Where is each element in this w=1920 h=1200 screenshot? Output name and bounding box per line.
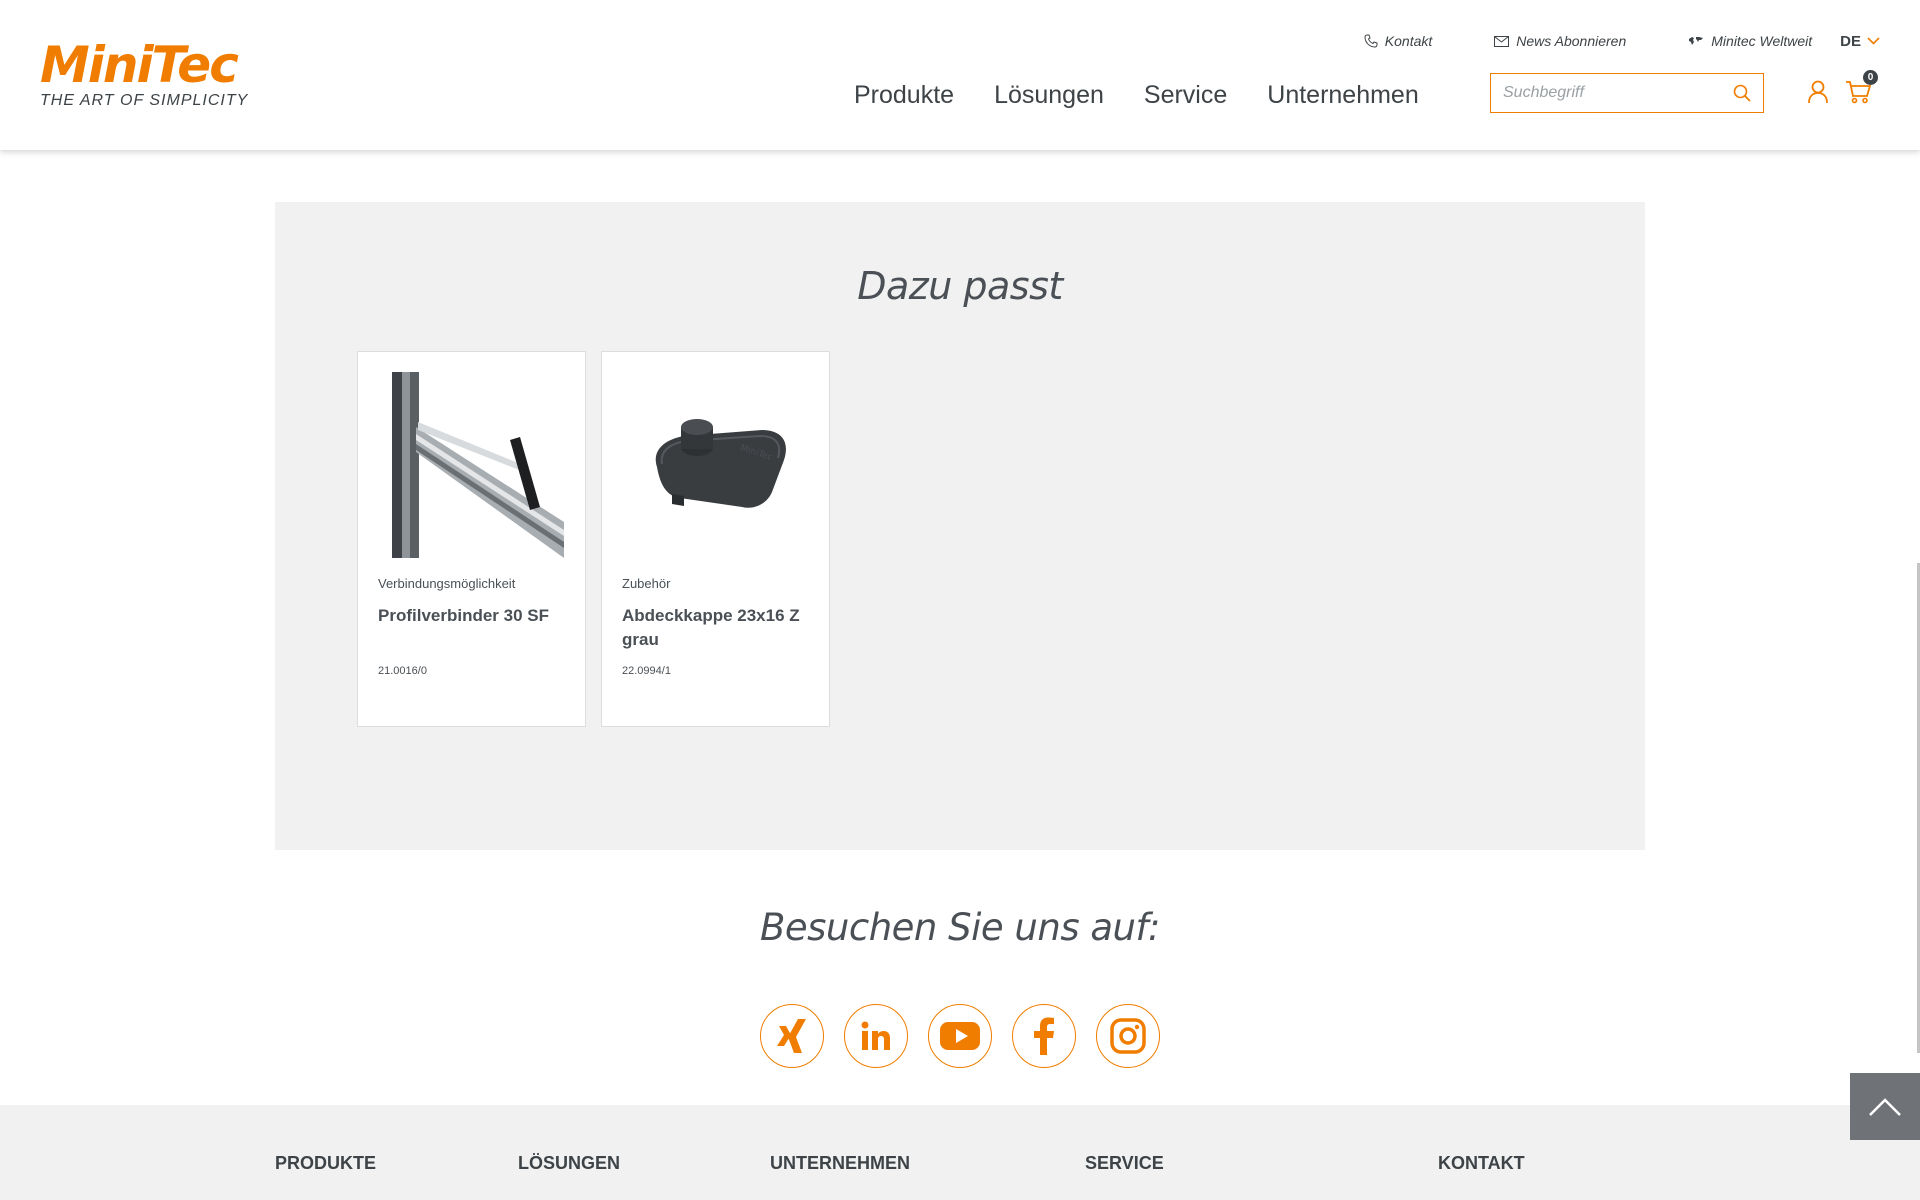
search-box: [1490, 73, 1764, 113]
search-input[interactable]: [1503, 84, 1723, 102]
chevron-up-icon: [1869, 1097, 1901, 1116]
footer-heading-loesungen[interactable]: LÖSUNGEN: [518, 1153, 620, 1174]
contact-link[interactable]: Kontakt: [1364, 33, 1432, 49]
newsletter-link[interactable]: News Abonnieren: [1494, 33, 1626, 49]
facebook-icon: [1034, 1017, 1054, 1055]
mail-icon: [1494, 35, 1510, 47]
product-name: Abdeckkappe 23x16 Z grau: [622, 606, 800, 649]
related-title: Dazu passt: [857, 264, 1063, 308]
language-label: DE: [1840, 32, 1861, 50]
product-name: Profilverbinder 30 SF: [378, 606, 549, 625]
profile-connector-image: [378, 372, 564, 558]
xing-link[interactable]: [760, 1004, 824, 1068]
newsletter-label: News Abonnieren: [1516, 33, 1627, 49]
nav-produkte[interactable]: Produkte: [854, 78, 954, 112]
minitec-logo[interactable]: MiniTec THE ART OF SIMPLICITY: [40, 40, 250, 110]
chevron-down-icon: [1867, 37, 1880, 45]
product-sku: 22.0994/1: [622, 665, 671, 677]
footer-heading-service[interactable]: SERVICE: [1085, 1153, 1164, 1174]
youtube-icon: [940, 1022, 980, 1050]
nav-loesungen[interactable]: Lösungen: [994, 78, 1104, 112]
logo-tagline: THE ART OF SIMPLICITY: [40, 92, 249, 109]
linkedin-link[interactable]: [844, 1004, 908, 1068]
nav-service[interactable]: Service: [1144, 78, 1227, 112]
facebook-link[interactable]: [1012, 1004, 1076, 1068]
language-selector[interactable]: DE: [1840, 33, 1880, 50]
instagram-link[interactable]: [1096, 1004, 1160, 1068]
product-card[interactable]: Verbindungsmöglichkeit Profilverbinder 3…: [357, 351, 586, 727]
site-footer: PRODUKTE LÖSUNGEN UNTERNEHMEN SERVICE KO…: [0, 1105, 1920, 1200]
footer-heading-produkte[interactable]: PRODUKTE: [275, 1153, 376, 1174]
product-category: Zubehör: [622, 576, 671, 591]
product-card[interactable]: MiniTec Zubehör Abdeckkappe 23x16 Z grau…: [601, 351, 830, 727]
worldwide-label: Minitec Weltweit: [1711, 33, 1813, 49]
linkedin-icon: [861, 1021, 890, 1050]
worldwide-link[interactable]: Minitec Weltweit: [1688, 33, 1812, 49]
social-links: [760, 1004, 1180, 1068]
world-map-icon: [1689, 37, 1704, 45]
instagram-icon: [1110, 1018, 1146, 1054]
top-utility-bar: Kontakt News Abonnieren Minitec Weltweit…: [1302, 30, 1880, 52]
scroll-to-top-button[interactable]: [1850, 1073, 1920, 1140]
logo-wordmark: MiniTec: [40, 36, 239, 94]
contact-label: Kontakt: [1384, 33, 1433, 49]
footer-heading-kontakt[interactable]: KONTAKT: [1438, 1153, 1525, 1174]
cart-count-badge: 0: [1863, 70, 1878, 85]
social-title: Besuchen Sie uns auf:: [760, 906, 1161, 949]
phone-icon: [1364, 34, 1378, 48]
product-sku: 21.0016/0: [378, 665, 427, 677]
related-products-section: Dazu passt Verbindungsmöglichkeit Profil…: [275, 202, 1645, 850]
search-icon[interactable]: [1733, 84, 1751, 102]
user-account-icon[interactable]: [1807, 80, 1829, 104]
xing-icon: [777, 1019, 806, 1053]
cover-cap-image: MiniTec: [622, 372, 808, 558]
nav-unternehmen[interactable]: Unternehmen: [1267, 78, 1418, 112]
main-navigation: Produkte Lösungen Service Unternehmen: [854, 78, 1459, 112]
youtube-link[interactable]: [928, 1004, 992, 1068]
footer-heading-unternehmen[interactable]: UNTERNEHMEN: [770, 1153, 910, 1174]
site-header: MiniTec THE ART OF SIMPLICITY Kontakt Ne…: [0, 0, 1920, 150]
product-category: Verbindungsmöglichkeit: [378, 576, 516, 591]
cart-button[interactable]: 0: [1845, 70, 1878, 109]
